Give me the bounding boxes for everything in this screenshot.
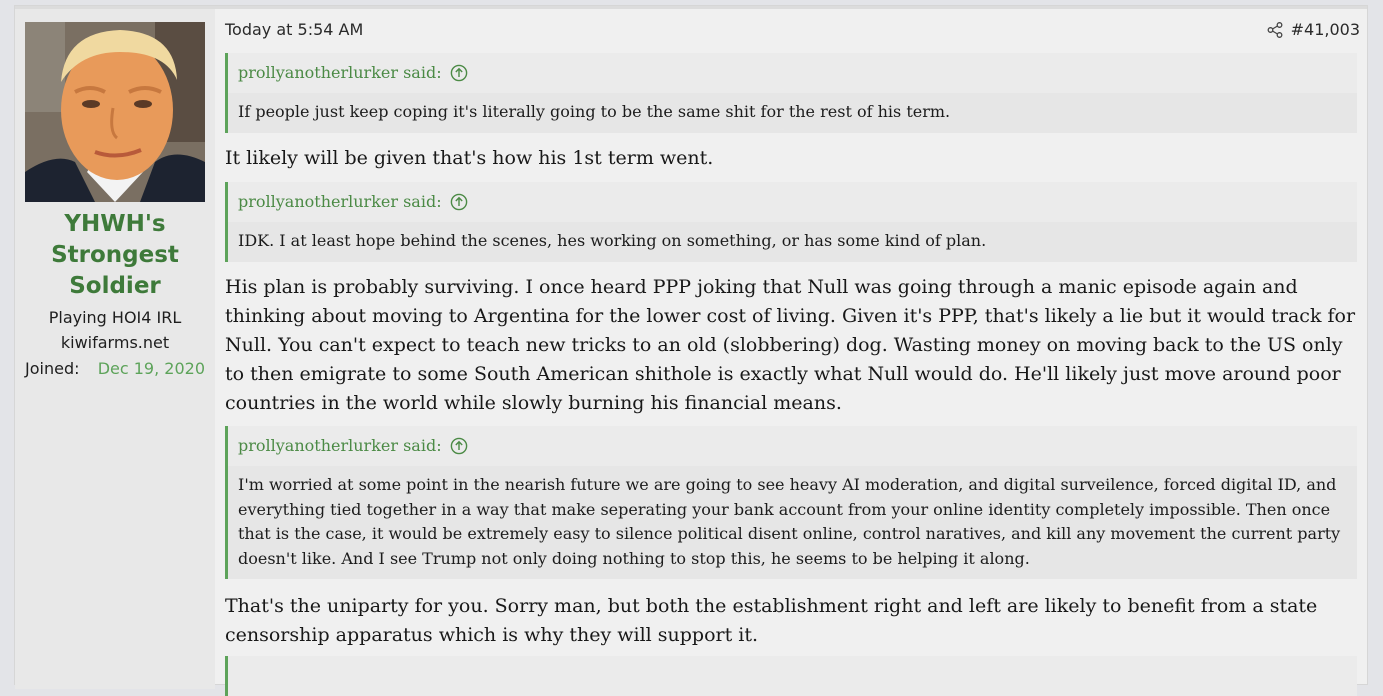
share-icon[interactable] bbox=[1267, 22, 1283, 38]
post-timestamp[interactable]: Today at 5:54 AM bbox=[225, 19, 363, 41]
reply-paragraph: His plan is probably surviving. I once h… bbox=[225, 276, 1356, 414]
quote-block: prollyanotherlurker said: I'm worried at… bbox=[225, 426, 1357, 580]
quote-header: prollyanotherlurker said: bbox=[228, 53, 1357, 93]
quote-author-link[interactable]: prollyanotherlurker said: bbox=[238, 182, 442, 222]
quote-text: If people just keep coping it's literall… bbox=[228, 93, 1357, 133]
user-title: Playing HOI4 IRL bbox=[48, 308, 182, 327]
quote-header bbox=[228, 656, 1357, 696]
user-banner: kiwifarms.net bbox=[60, 333, 170, 352]
quote-block: prollyanotherlurker said: IDK. I at leas… bbox=[225, 182, 1357, 262]
jump-to-quote-icon[interactable] bbox=[450, 64, 468, 82]
quote-block-partial bbox=[225, 656, 1357, 696]
joined-row: Joined: Dec 19, 2020 bbox=[25, 357, 205, 381]
quote-header: prollyanotherlurker said: bbox=[228, 182, 1357, 222]
quote-header: prollyanotherlurker said: bbox=[228, 426, 1357, 466]
forum-post: YHWH's Strongest Soldier Playing HOI4 IR… bbox=[14, 5, 1368, 696]
reply-paragraph: That's the uniparty for you. Sorry man, … bbox=[225, 595, 1318, 646]
avatar[interactable] bbox=[25, 22, 205, 202]
username[interactable]: YHWH's Strongest Soldier bbox=[25, 209, 205, 302]
jump-to-quote-icon[interactable] bbox=[450, 193, 468, 211]
quote-author-link[interactable]: prollyanotherlurker said: bbox=[238, 53, 442, 93]
quote-text: IDK. I at least hope behind the scenes, … bbox=[228, 222, 1357, 262]
quote-text: I'm worried at some point in the nearish… bbox=[228, 466, 1357, 580]
post-number-link[interactable]: #41,003 bbox=[1291, 19, 1360, 41]
jump-to-quote-icon[interactable] bbox=[450, 437, 468, 455]
quote-author-link[interactable]: prollyanotherlurker said: bbox=[238, 426, 442, 466]
quote-block: prollyanotherlurker said: If people just… bbox=[225, 53, 1357, 133]
user-sidebar: YHWH's Strongest Soldier Playing HOI4 IR… bbox=[15, 9, 215, 689]
joined-label: Joined: bbox=[25, 359, 80, 378]
reply-paragraph: It likely will be given that's how his 1… bbox=[225, 147, 714, 169]
joined-date: Dec 19, 2020 bbox=[97, 359, 205, 378]
post-main: Today at 5:54 AM #41,003 prollyanotherlu… bbox=[225, 6, 1360, 696]
